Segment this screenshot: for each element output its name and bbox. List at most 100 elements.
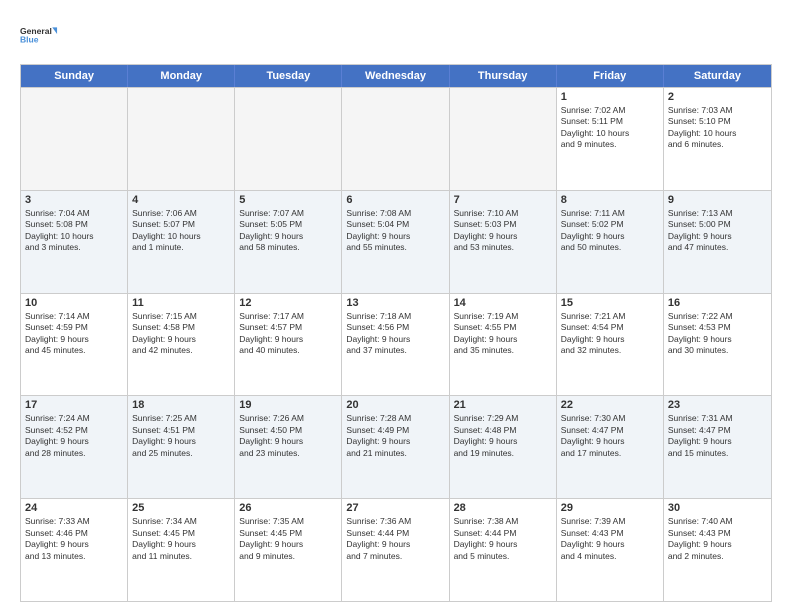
day-cell-9: 9 Sunrise: 7:13 AM Sunset: 5:00 PM Daylig…: [664, 191, 771, 293]
header-cell-tuesday: Tuesday: [235, 65, 342, 87]
day-detail-23: Sunrise: 7:31 AM Sunset: 4:47 PM Dayligh…: [668, 413, 767, 459]
day-cell-2: 2Sunrise: 7:03 AM Sunset: 5:10 PM Daylig…: [664, 88, 771, 190]
day-number-11: 11: [132, 297, 230, 309]
day-cell-30: 30 Sunrise: 7:40 AM Sunset: 4:43 PM Dayli…: [664, 499, 771, 601]
day-number-12: 12: [239, 297, 337, 309]
header: General Blue: [20, 16, 772, 54]
empty-cell-w0-c1: [128, 88, 235, 190]
day-detail-10: Sunrise: 7:14 AM Sunset: 4:59 PM Dayligh…: [25, 311, 123, 357]
day-number-17: 17: [25, 399, 123, 411]
day-cell-4: 4 Sunrise: 7:06 AM Sunset: 5:07 PM Daylig…: [128, 191, 235, 293]
day-detail-14: Sunrise: 7:19 AM Sunset: 4:55 PM Dayligh…: [454, 311, 552, 357]
day-detail-21: Sunrise: 7:29 AM Sunset: 4:48 PM Dayligh…: [454, 413, 552, 459]
day-number-28: 28: [454, 502, 552, 514]
day-number-10: 10: [25, 297, 123, 309]
day-number-16: 16: [668, 297, 767, 309]
day-detail-6: Sunrise: 7:08 AM Sunset: 5:04 PM Dayligh…: [346, 208, 444, 254]
day-cell-17: 17 Sunrise: 7:24 AM Sunset: 4:52 PM Dayli…: [21, 396, 128, 498]
day-detail-26: Sunrise: 7:35 AM Sunset: 4:45 PM Dayligh…: [239, 516, 337, 562]
day-cell-29: 29 Sunrise: 7:39 AM Sunset: 4:43 PM Dayli…: [557, 499, 664, 601]
day-number-23: 23: [668, 399, 767, 411]
day-cell-22: 22 Sunrise: 7:30 AM Sunset: 4:47 PM Dayli…: [557, 396, 664, 498]
day-number-3: 3: [25, 194, 123, 206]
day-detail-28: Sunrise: 7:38 AM Sunset: 4:44 PM Dayligh…: [454, 516, 552, 562]
day-number-9: 9: [668, 194, 767, 206]
day-detail-3: Sunrise: 7:04 AM Sunset: 5:08 PM Dayligh…: [25, 208, 123, 254]
day-detail-29: Sunrise: 7:39 AM Sunset: 4:43 PM Dayligh…: [561, 516, 659, 562]
logo: General Blue: [20, 16, 58, 54]
day-cell-3: 3 Sunrise: 7:04 AM Sunset: 5:08 PM Daylig…: [21, 191, 128, 293]
day-detail-16: Sunrise: 7:22 AM Sunset: 4:53 PM Dayligh…: [668, 311, 767, 357]
header-cell-monday: Monday: [128, 65, 235, 87]
week-row-2: 3 Sunrise: 7:04 AM Sunset: 5:08 PM Daylig…: [21, 190, 771, 293]
header-cell-friday: Friday: [557, 65, 664, 87]
day-number-20: 20: [346, 399, 444, 411]
day-detail-4: Sunrise: 7:06 AM Sunset: 5:07 PM Dayligh…: [132, 208, 230, 254]
calendar-header-row: SundayMondayTuesdayWednesdayThursdayFrid…: [21, 65, 771, 87]
day-detail-30: Sunrise: 7:40 AM Sunset: 4:43 PM Dayligh…: [668, 516, 767, 562]
day-detail-7: Sunrise: 7:10 AM Sunset: 5:03 PM Dayligh…: [454, 208, 552, 254]
day-number-30: 30: [668, 502, 767, 514]
day-cell-1: 1Sunrise: 7:02 AM Sunset: 5:11 PM Daylig…: [557, 88, 664, 190]
day-detail-15: Sunrise: 7:21 AM Sunset: 4:54 PM Dayligh…: [561, 311, 659, 357]
day-number-6: 6: [346, 194, 444, 206]
svg-text:Blue: Blue: [20, 35, 39, 45]
day-detail-2: Sunrise: 7:03 AM Sunset: 5:10 PM Dayligh…: [668, 105, 767, 151]
day-number-26: 26: [239, 502, 337, 514]
day-number-5: 5: [239, 194, 337, 206]
day-cell-14: 14 Sunrise: 7:19 AM Sunset: 4:55 PM Dayli…: [450, 294, 557, 396]
day-number-14: 14: [454, 297, 552, 309]
day-detail-17: Sunrise: 7:24 AM Sunset: 4:52 PM Dayligh…: [25, 413, 123, 459]
day-number-21: 21: [454, 399, 552, 411]
day-number-29: 29: [561, 502, 659, 514]
week-row-4: 17 Sunrise: 7:24 AM Sunset: 4:52 PM Dayli…: [21, 395, 771, 498]
day-cell-19: 19 Sunrise: 7:26 AM Sunset: 4:50 PM Dayli…: [235, 396, 342, 498]
day-detail-5: Sunrise: 7:07 AM Sunset: 5:05 PM Dayligh…: [239, 208, 337, 254]
week-row-1: 1Sunrise: 7:02 AM Sunset: 5:11 PM Daylig…: [21, 87, 771, 190]
day-number-1: 1: [561, 91, 659, 103]
day-cell-28: 28 Sunrise: 7:38 AM Sunset: 4:44 PM Dayli…: [450, 499, 557, 601]
header-cell-wednesday: Wednesday: [342, 65, 449, 87]
day-number-7: 7: [454, 194, 552, 206]
day-cell-21: 21 Sunrise: 7:29 AM Sunset: 4:48 PM Dayli…: [450, 396, 557, 498]
day-detail-27: Sunrise: 7:36 AM Sunset: 4:44 PM Dayligh…: [346, 516, 444, 562]
day-cell-8: 8Sunrise: 7:11 AM Sunset: 5:02 PM Daylig…: [557, 191, 664, 293]
day-cell-26: 26 Sunrise: 7:35 AM Sunset: 4:45 PM Dayli…: [235, 499, 342, 601]
day-number-25: 25: [132, 502, 230, 514]
day-cell-23: 23 Sunrise: 7:31 AM Sunset: 4:47 PM Dayli…: [664, 396, 771, 498]
empty-cell-w0-c3: [342, 88, 449, 190]
day-cell-16: 16 Sunrise: 7:22 AM Sunset: 4:53 PM Dayli…: [664, 294, 771, 396]
day-number-19: 19: [239, 399, 337, 411]
day-cell-13: 13 Sunrise: 7:18 AM Sunset: 4:56 PM Dayli…: [342, 294, 449, 396]
day-number-18: 18: [132, 399, 230, 411]
day-detail-9: Sunrise: 7:13 AM Sunset: 5:00 PM Dayligh…: [668, 208, 767, 254]
day-number-24: 24: [25, 502, 123, 514]
day-detail-12: Sunrise: 7:17 AM Sunset: 4:57 PM Dayligh…: [239, 311, 337, 357]
day-cell-10: 10 Sunrise: 7:14 AM Sunset: 4:59 PM Dayli…: [21, 294, 128, 396]
day-detail-22: Sunrise: 7:30 AM Sunset: 4:47 PM Dayligh…: [561, 413, 659, 459]
day-detail-25: Sunrise: 7:34 AM Sunset: 4:45 PM Dayligh…: [132, 516, 230, 562]
day-cell-18: 18 Sunrise: 7:25 AM Sunset: 4:51 PM Dayli…: [128, 396, 235, 498]
week-row-5: 24 Sunrise: 7:33 AM Sunset: 4:46 PM Dayli…: [21, 498, 771, 601]
day-cell-27: 27 Sunrise: 7:36 AM Sunset: 4:44 PM Dayli…: [342, 499, 449, 601]
header-cell-thursday: Thursday: [450, 65, 557, 87]
calendar-body: 1Sunrise: 7:02 AM Sunset: 5:11 PM Daylig…: [21, 87, 771, 601]
day-cell-5: 5 Sunrise: 7:07 AM Sunset: 5:05 PM Daylig…: [235, 191, 342, 293]
day-cell-6: 6 Sunrise: 7:08 AM Sunset: 5:04 PM Daylig…: [342, 191, 449, 293]
week-row-3: 10 Sunrise: 7:14 AM Sunset: 4:59 PM Dayli…: [21, 293, 771, 396]
empty-cell-w0-c0: [21, 88, 128, 190]
day-detail-8: Sunrise: 7:11 AM Sunset: 5:02 PM Dayligh…: [561, 208, 659, 254]
day-detail-13: Sunrise: 7:18 AM Sunset: 4:56 PM Dayligh…: [346, 311, 444, 357]
logo-svg: General Blue: [20, 16, 58, 54]
day-cell-11: 11 Sunrise: 7:15 AM Sunset: 4:58 PM Dayli…: [128, 294, 235, 396]
day-detail-24: Sunrise: 7:33 AM Sunset: 4:46 PM Dayligh…: [25, 516, 123, 562]
day-cell-12: 12 Sunrise: 7:17 AM Sunset: 4:57 PM Dayli…: [235, 294, 342, 396]
day-number-4: 4: [132, 194, 230, 206]
day-number-22: 22: [561, 399, 659, 411]
day-detail-18: Sunrise: 7:25 AM Sunset: 4:51 PM Dayligh…: [132, 413, 230, 459]
day-detail-11: Sunrise: 7:15 AM Sunset: 4:58 PM Dayligh…: [132, 311, 230, 357]
day-number-27: 27: [346, 502, 444, 514]
day-number-13: 13: [346, 297, 444, 309]
day-cell-25: 25 Sunrise: 7:34 AM Sunset: 4:45 PM Dayli…: [128, 499, 235, 601]
day-detail-19: Sunrise: 7:26 AM Sunset: 4:50 PM Dayligh…: [239, 413, 337, 459]
